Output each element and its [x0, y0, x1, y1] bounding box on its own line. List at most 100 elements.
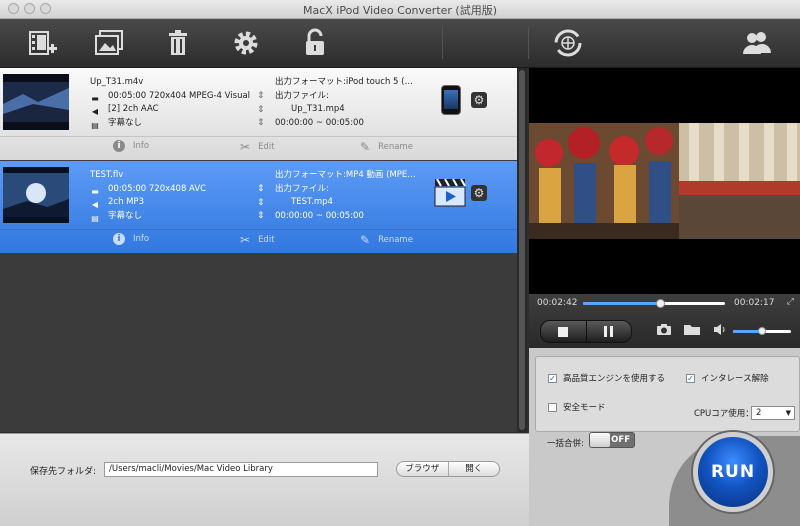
add-video-icon[interactable] [24, 25, 60, 61]
pause-icon [604, 326, 614, 337]
hq-engine-checkbox[interactable]: ✓ 高品質エンジンを使用する [548, 372, 665, 384]
update-globe-icon[interactable] [550, 25, 586, 61]
merge-label: 一括合併: [547, 439, 584, 449]
speaker-icon: ◀ [91, 107, 99, 117]
info-label: Info [133, 141, 150, 151]
ipod-icon [441, 85, 461, 115]
output-file-label: 出力ファイル: [275, 90, 329, 101]
run-button[interactable]: RUN [693, 432, 773, 512]
info-label: Info [133, 234, 150, 244]
volume-icon[interactable] [713, 323, 726, 340]
pencil-icon: ✎ [360, 233, 371, 247]
options-panel: ✓ 高品質エンジンを使用する ✓ インタレース解除 安全モード CPUコア使用： 2… [529, 348, 800, 526]
speaker-icon: ◀ [91, 200, 99, 210]
remaining-time: 00:02:17 [734, 298, 775, 308]
info-icon: i [113, 233, 125, 245]
video-thumbnail [3, 167, 69, 223]
gear-icon[interactable]: ⚙ [471, 92, 487, 108]
stop-button[interactable] [541, 321, 587, 342]
output-format: 出力フォーマット:MP4 動画 (MPE… [275, 170, 416, 180]
checkbox-box[interactable] [548, 402, 557, 412]
safe-mode-label: 安全モード [563, 403, 606, 413]
volume-slider[interactable] [733, 327, 791, 335]
cpu-core-select[interactable]: 2 ▼ [751, 406, 795, 420]
output-file-name: Up_T31.mp4 [291, 104, 345, 114]
options-box: ✓ 高品質エンジンを使用する ✓ インタレース解除 安全モード CPUコア使用： 2… [535, 356, 800, 432]
gear-icon[interactable]: ⚙ [471, 185, 487, 201]
row-actions: i Info ✂ Edit ✎ Rename [0, 136, 517, 157]
output-file-name: TEST.mp4 [291, 197, 333, 207]
file-name: TEST.flv [90, 170, 124, 180]
merge-toggle[interactable]: OFF [589, 432, 635, 448]
file-name: Up_T31.m4v [90, 77, 144, 87]
info-button[interactable]: i Info [113, 140, 149, 152]
toggle-knob [590, 433, 610, 447]
scissors-icon: ✂ [240, 233, 251, 247]
file-row[interactable]: Up_T31.m4v ▬ 00:05:00 720x404 MPEG-4 Visu… [0, 68, 517, 160]
deinterlace-label: インタレース解除 [701, 374, 769, 384]
run-label: RUN [710, 462, 756, 482]
camera-icon[interactable] [656, 323, 672, 340]
info-icon: i [113, 140, 125, 152]
browse-button[interactable]: ブラウザ [397, 462, 449, 476]
rename-label: Rename [378, 235, 413, 245]
film-icon: ▬ [91, 186, 99, 196]
subtitle-icon: ▤ [91, 120, 99, 130]
list-scrollbar[interactable] [517, 68, 527, 432]
output-info: 出力フォーマット:MP4 動画 (MPE… 出力ファイル: TEST.mp4 0… [275, 169, 425, 223]
film-icon: ▬ [91, 93, 99, 103]
cpu-core-value: 2 [756, 408, 762, 418]
window-title: MacX iPod Video Converter (試用版) [303, 4, 497, 17]
seek-slider[interactable] [583, 299, 725, 308]
seek-progress [583, 302, 660, 305]
time-range: 00:00:00 ~ 00:05:00 [275, 210, 364, 221]
subtitle-info: 字幕なし [108, 210, 143, 221]
checkbox-box[interactable]: ✓ [548, 373, 557, 383]
stop-icon [558, 326, 569, 337]
unlock-icon[interactable] [297, 25, 333, 61]
video-info: 00:05:00 720x408 AVC [108, 183, 207, 194]
audio-info: [2] 2ch AAC [108, 104, 159, 114]
open-button[interactable]: 開く [449, 462, 500, 476]
output-format: 出力フォーマット:iPod touch 5 (… [275, 77, 413, 87]
output-file-label: 出力ファイル: [275, 183, 329, 194]
trash-icon[interactable] [160, 25, 196, 61]
users-icon[interactable] [738, 25, 774, 61]
time-range: 00:00:00 ~ 00:05:00 [275, 117, 364, 128]
subtitle-info: 字幕なし [108, 117, 143, 128]
add-photo-icon[interactable] [91, 25, 127, 61]
dropdown-arrows[interactable]: ⇕ ⇕ ⇕ [257, 183, 265, 224]
fullscreen-icon[interactable]: ⤢ [787, 297, 794, 307]
edit-label: Edit [258, 235, 275, 245]
pencil-icon: ✎ [360, 140, 371, 154]
file-row-selected[interactable]: TEST.flv ▬ 00:05:00 720x408 AVC ◀ 2ch MP3 … [0, 161, 517, 253]
subtitle-icon: ▤ [91, 213, 99, 223]
edit-button[interactable]: ✂ Edit [240, 140, 275, 154]
save-path-field[interactable]: /Users/macli/Movies/Mac Video Library [104, 462, 378, 477]
playback-buttons [540, 320, 632, 343]
row-actions: i Info ✂ Edit ✎ Rename [0, 229, 517, 250]
rename-button[interactable]: ✎ Rename [360, 233, 413, 247]
app-window: MacX iPod Video Converter (試用版) Up_T31.m… [0, 0, 800, 526]
pause-button[interactable] [587, 321, 632, 342]
toggle-state: OFF [611, 435, 630, 445]
volume-knob[interactable] [758, 327, 766, 335]
video-info: 00:05:00 720x404 MPEG-4 Visual [108, 90, 251, 101]
edit-button[interactable]: ✂ Edit [240, 233, 275, 247]
player-controls: 00:02:42 00:02:17 ⤢ [529, 294, 800, 348]
toolbar-divider [528, 27, 529, 59]
dropdown-arrows[interactable]: ⇕ ⇕ ⇕ [257, 90, 265, 131]
safe-mode-checkbox[interactable]: 安全モード [548, 401, 606, 413]
hq-engine-label: 高品質エンジンを使用する [563, 374, 666, 384]
deinterlace-checkbox[interactable]: ✓ インタレース解除 [686, 372, 769, 384]
folder-icon[interactable] [683, 323, 701, 340]
checkbox-box[interactable]: ✓ [686, 373, 695, 383]
info-button[interactable]: i Info [113, 233, 149, 245]
rename-button[interactable]: ✎ Rename [360, 140, 413, 154]
file-list: Up_T31.m4v ▬ 00:05:00 720x404 MPEG-4 Visu… [0, 68, 518, 432]
toolbar [0, 19, 800, 68]
settings-gear-icon[interactable] [228, 25, 264, 61]
output-info: 出力フォーマット:iPod touch 5 (… 出力ファイル: Up_T31.… [275, 76, 425, 130]
audio-info: 2ch MP3 [108, 197, 145, 207]
seek-knob[interactable] [655, 299, 665, 308]
